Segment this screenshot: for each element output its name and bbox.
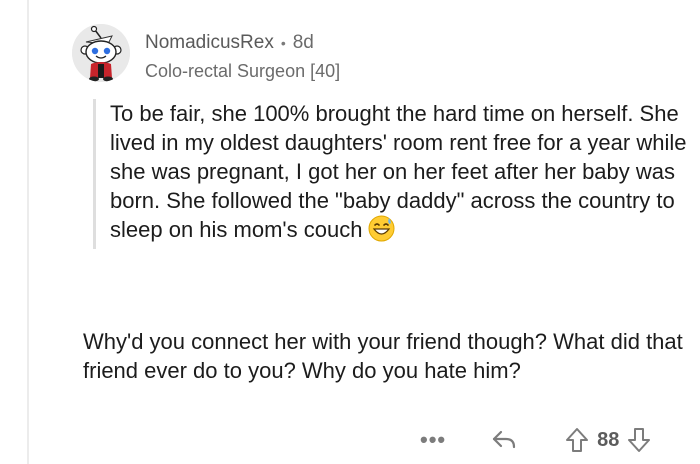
username-link[interactable]: NomadicusRex [145,31,274,55]
meta-separator: • [280,35,286,51]
grinning-sweat-emoji-icon [368,215,395,249]
comment-meta: NomadicusRex • 8d Colo-rectal Surgeon [4… [145,31,340,82]
reply-arrow-icon[interactable] [491,429,517,451]
comment-header: NomadicusRex • 8d [145,31,340,55]
quoted-text: To be fair, she 100% brought the hard ti… [93,99,700,249]
comment-age: 8d [292,32,314,53]
quote-text: To be fair, she 100% brought the hard ti… [110,101,687,242]
vote-score: 88 [597,428,620,451]
comment-body: Why'd you connect her with your friend t… [83,329,683,383]
user-avatar[interactable] [72,24,130,82]
upvote-arrow-icon[interactable] [565,427,589,453]
user-flair: Colo-rectal Surgeon [40] [145,61,341,81]
more-options-button[interactable]: ••• [420,429,446,451]
thread-line[interactable] [27,0,29,464]
snoo-avatar-icon [72,24,130,82]
downvote-arrow-icon[interactable] [627,427,651,453]
comment-actions: ••• 88 [420,424,651,456]
